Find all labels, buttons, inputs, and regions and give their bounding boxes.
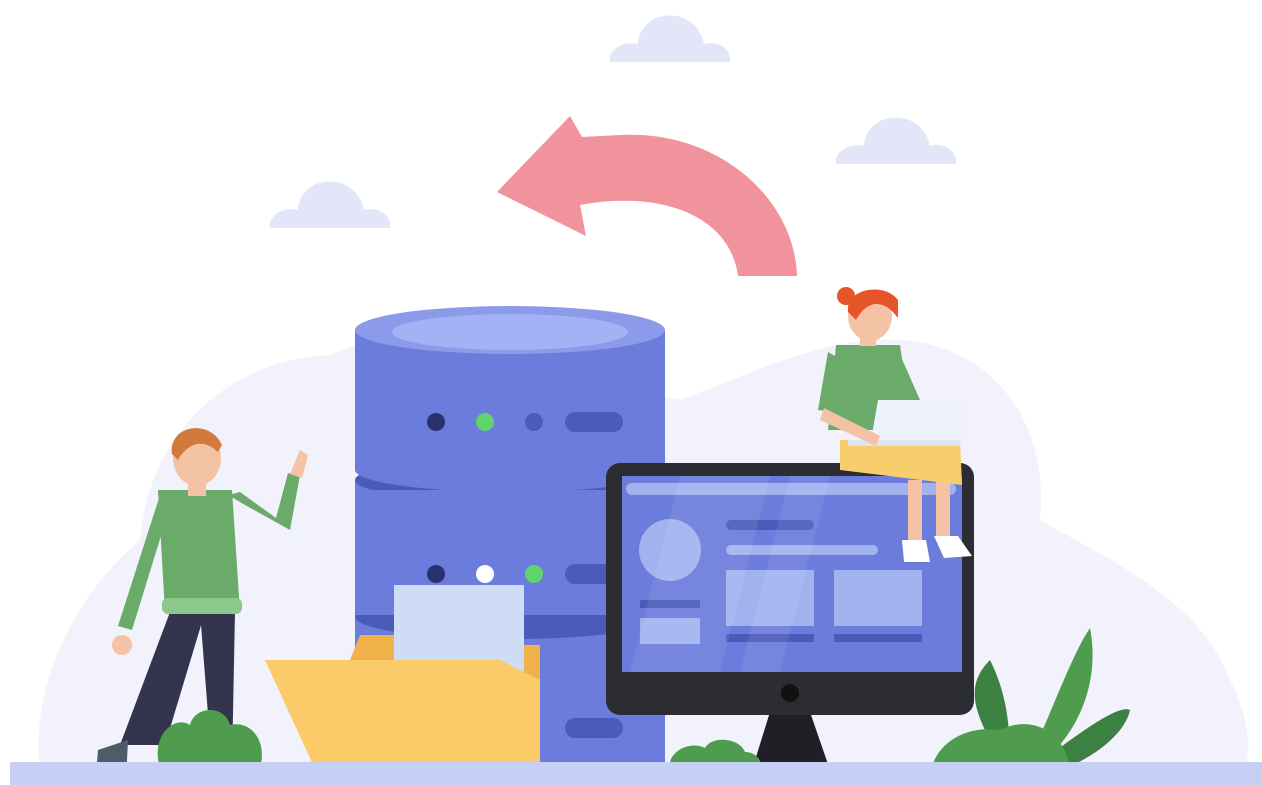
laptop-icon [870, 400, 962, 446]
restore-arrow-icon [497, 116, 797, 276]
cloud-icon [609, 15, 731, 62]
floor-strip [10, 762, 1262, 785]
cloud-icon [835, 117, 957, 164]
cloud-icon [269, 181, 391, 228]
backup-restore-illustration [10, 15, 1262, 785]
